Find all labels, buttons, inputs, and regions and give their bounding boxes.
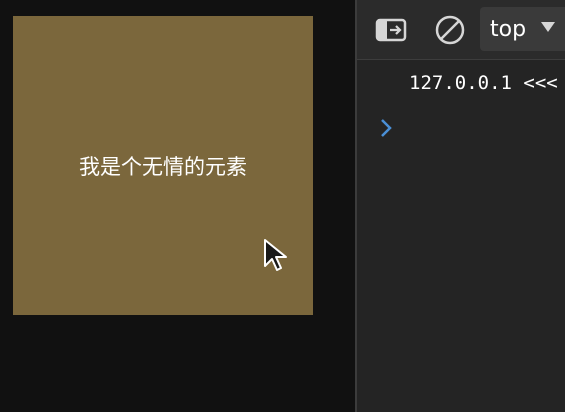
page-viewport: 我是个无情的元素 <box>0 0 355 412</box>
clear-console-icon <box>435 15 465 45</box>
context-select-value: top <box>490 16 527 42</box>
caret-down-icon <box>541 22 555 32</box>
clear-console-button[interactable] <box>430 10 470 50</box>
mouse-cursor-icon <box>264 239 287 271</box>
devtools-panel: top 127.0.0.1 <<< <box>357 0 565 412</box>
sidebar-toggle-button[interactable] <box>371 10 411 50</box>
sidebar-toggle-icon <box>375 18 407 42</box>
console-log-line: 127.0.0.1 <<< <box>409 72 558 94</box>
chevron-right-icon[interactable] <box>377 116 397 140</box>
console-toolbar: top <box>357 0 565 60</box>
screen: 我是个无情的元素 top 127.0.0.1 <<< <box>0 0 565 412</box>
box-label: 我是个无情的元素 <box>79 155 247 179</box>
context-select[interactable]: top <box>480 7 565 51</box>
